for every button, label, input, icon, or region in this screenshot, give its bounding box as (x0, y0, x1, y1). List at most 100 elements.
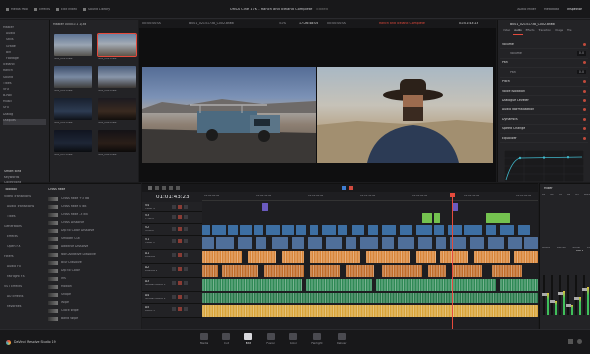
inspector-row[interactable]: Pan 0.0 (500, 68, 588, 78)
inspector-row[interactable]: Volume 0.0 (500, 49, 588, 59)
fx-item[interactable]: Clock Wipe (48, 307, 138, 315)
channel-fader[interactable] (567, 275, 569, 315)
toolbox-category[interactable]: Fairlight FX (4, 275, 44, 285)
edit-index-button[interactable]: Edit Index (56, 8, 77, 12)
audio-clip[interactable] (492, 265, 522, 277)
video-clip[interactable] (360, 237, 378, 249)
audio-clip[interactable] (306, 279, 372, 291)
fx-item[interactable]: Shape (48, 291, 138, 299)
page-tab-edit[interactable]: Edit (244, 333, 253, 345)
toggle-icon[interactable] (583, 99, 586, 103)
metadata-button[interactable]: Metadata (544, 8, 559, 11)
fx-item[interactable]: Cross Fade -3 dB (48, 211, 138, 219)
video-clip[interactable] (240, 225, 252, 235)
toolbox-category[interactable]: AU Effects (4, 295, 44, 305)
audio-clip[interactable] (202, 251, 242, 263)
audio-clip[interactable] (366, 251, 410, 263)
video-clip[interactable] (436, 237, 446, 249)
solo-icon[interactable] (184, 227, 188, 231)
audio-clip[interactable] (264, 265, 304, 277)
fx-item[interactable]: Additive Dissolve (48, 243, 138, 251)
audio-clip[interactable] (202, 293, 538, 303)
settings-icon[interactable] (577, 339, 582, 344)
selection-tool-icon[interactable] (148, 186, 152, 190)
video-clip[interactable] (308, 237, 322, 249)
toggle-icon[interactable] (583, 117, 586, 121)
solo-icon[interactable] (184, 307, 188, 311)
audio-clip[interactable] (248, 251, 276, 263)
inspector-tab[interactable]: Audio (513, 29, 523, 35)
video-clip[interactable] (326, 237, 342, 249)
clip-thumbnail[interactable] (98, 98, 136, 120)
video-clip[interactable] (398, 237, 414, 249)
channel-fader[interactable] (551, 275, 553, 315)
inspector-button[interactable]: Inspector (567, 8, 582, 11)
inspector-row[interactable]: Equalizer (500, 134, 588, 144)
fader-knob[interactable] (581, 288, 587, 292)
fx-item[interactable]: Non-Additive Dissolve (48, 251, 138, 259)
channel-fader[interactable] (559, 275, 561, 315)
mute-icon[interactable] (178, 267, 182, 271)
fx-item[interactable]: Wipe (48, 299, 138, 307)
bin-item[interactable]: Outputs (3, 118, 46, 125)
page-tab-media[interactable]: Media (200, 333, 208, 345)
marker-icon[interactable] (349, 186, 353, 190)
lock-icon[interactable] (172, 239, 176, 243)
mute-icon[interactable] (178, 205, 182, 209)
track-header[interactable]: A4 SOUNDTRACK 2 (142, 292, 202, 304)
video-clip[interactable] (272, 237, 288, 249)
video-clip[interactable] (262, 203, 268, 211)
channel-fader[interactable] (583, 275, 585, 315)
mute-icon[interactable] (178, 239, 182, 243)
lock-icon[interactable] (172, 253, 176, 257)
sound-library-button[interactable]: Sound Library (83, 8, 110, 12)
video-clip[interactable] (256, 237, 266, 249)
inspector-row[interactable]: Pan (500, 59, 588, 69)
video-clip[interactable] (382, 225, 396, 235)
video-clip[interactable] (434, 225, 444, 235)
video-clip[interactable] (416, 225, 432, 235)
video-clip[interactable] (368, 225, 378, 235)
page-tab-fairlight[interactable]: Fairlight (311, 333, 323, 345)
toolbox-category[interactable]: Audio FX (4, 265, 44, 275)
video-clip[interactable] (400, 225, 412, 235)
audio-clip[interactable] (376, 279, 496, 291)
fx-item[interactable]: Blur Dissolve (48, 259, 138, 267)
audio-clip[interactable] (310, 251, 360, 263)
video-clip[interactable] (500, 225, 514, 235)
audio-clip[interactable] (222, 265, 258, 277)
fx-item[interactable]: Dip to Color Dissolve (48, 227, 138, 235)
toggle-icon[interactable] (583, 42, 586, 46)
solo-icon[interactable] (184, 215, 188, 219)
toolbox-category[interactable]: Audio Transitions (4, 205, 44, 215)
track-header[interactable]: V1 Video 1 (142, 236, 202, 250)
mute-icon[interactable] (178, 253, 182, 257)
fx-item[interactable]: Motion (48, 283, 138, 291)
track-header[interactable]: V2 STILLS (142, 224, 202, 236)
inspector-row[interactable]: Dialogue Leveler (500, 96, 588, 106)
video-clip[interactable] (352, 225, 364, 235)
video-clip[interactable] (488, 237, 504, 249)
toolbox-category[interactable]: Filters (4, 255, 44, 265)
audio-clip[interactable] (500, 279, 538, 291)
page-tab-fusion[interactable]: Fusion (266, 333, 275, 345)
audio-clip[interactable] (202, 279, 302, 291)
fx-item[interactable]: Iris (48, 275, 138, 283)
playhead[interactable] (452, 193, 453, 330)
track-header[interactable]: V3 TITLES (142, 212, 202, 224)
title-clip[interactable] (486, 213, 510, 223)
toggle-icon[interactable] (583, 80, 586, 84)
inspector-tab[interactable]: Video (502, 29, 511, 35)
audio-mixer-button[interactable]: Audio Mixer (517, 8, 536, 11)
toggle-icon[interactable] (583, 127, 586, 131)
solo-icon[interactable] (184, 205, 188, 209)
lock-icon[interactable] (172, 267, 176, 271)
fader-knob[interactable] (573, 296, 579, 300)
video-clip[interactable] (216, 237, 234, 249)
timeline-ruler[interactable]: 01:00:00:00 01:00:30:00 01:01:00:00 01:01:3… (202, 193, 538, 201)
video-clip[interactable] (282, 225, 294, 235)
toolbox-category[interactable]: Open FX (4, 245, 44, 255)
source-viewer-frame[interactable] (142, 67, 316, 163)
audio-clip[interactable] (202, 265, 218, 277)
audio-clip[interactable] (416, 251, 436, 263)
